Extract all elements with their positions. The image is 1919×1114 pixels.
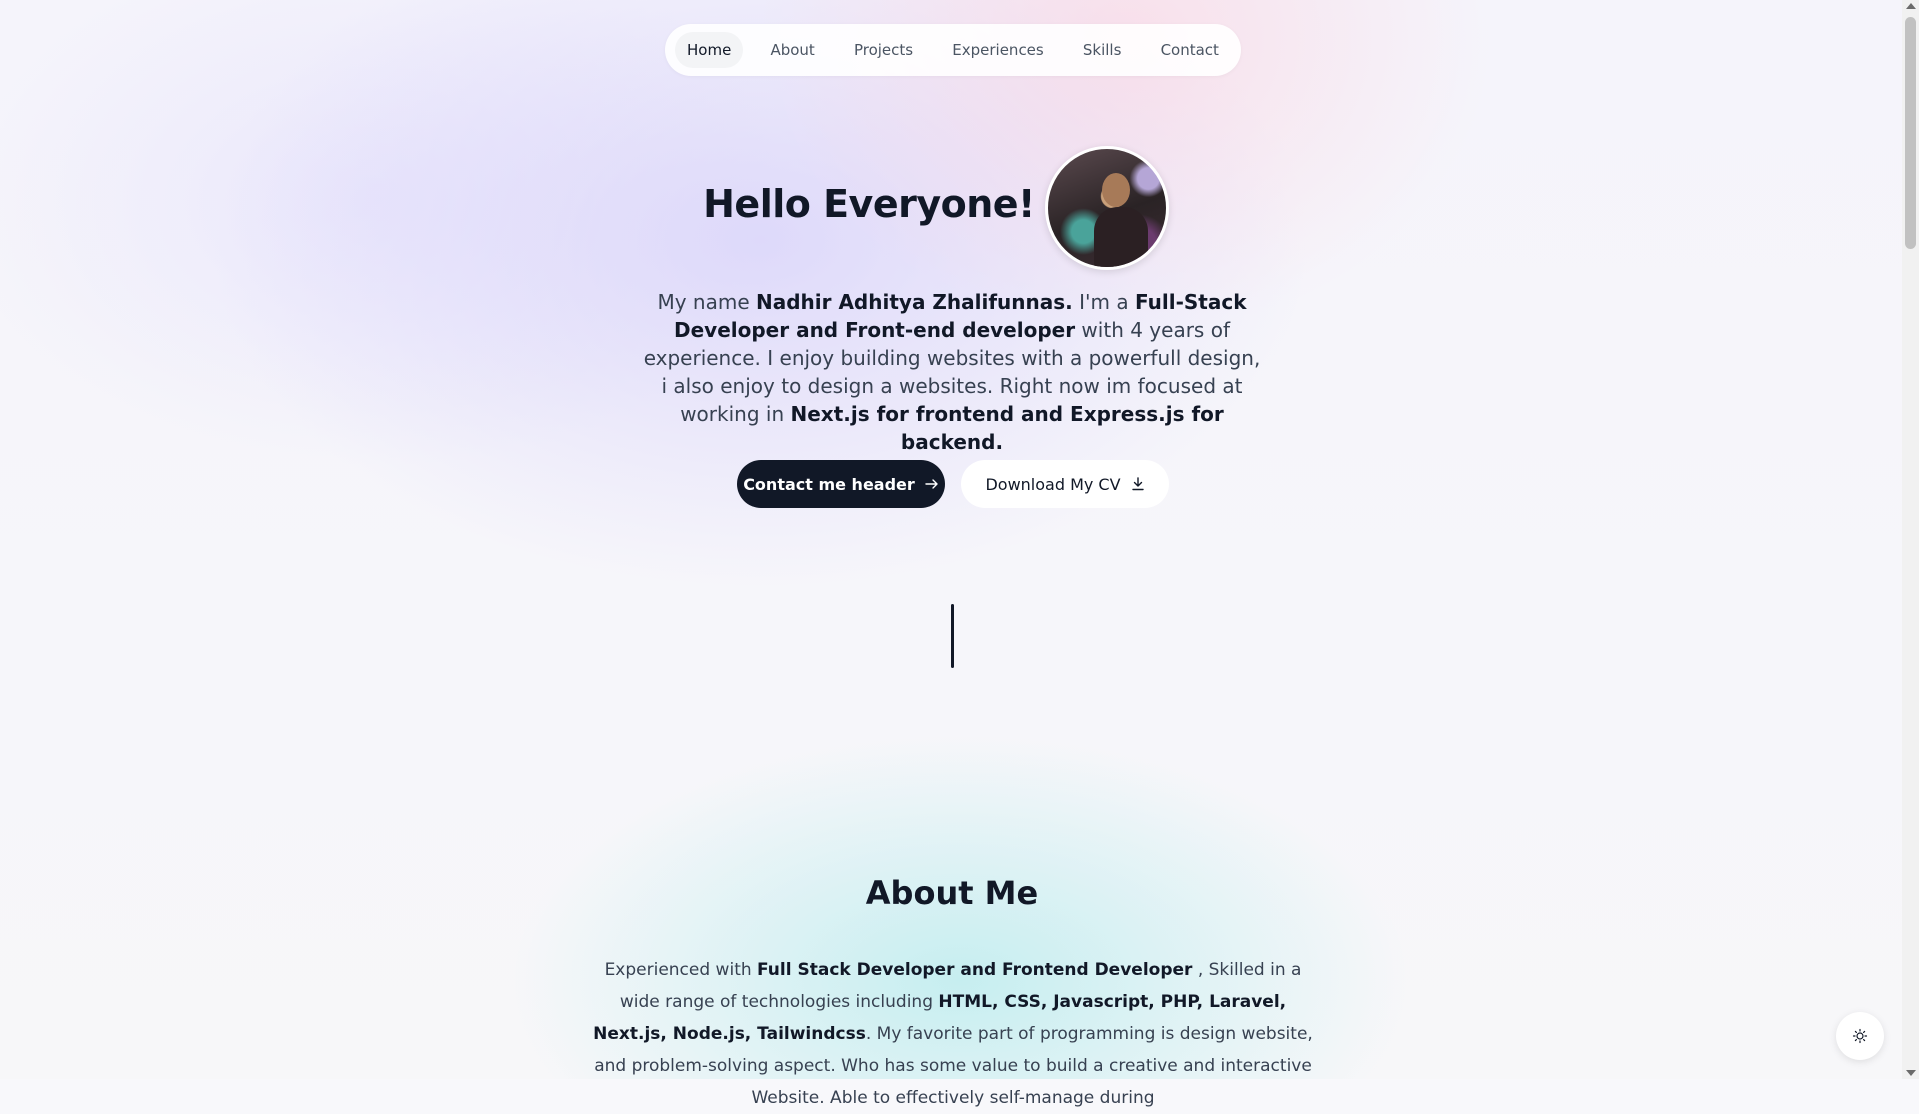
nav-item-home[interactable]: Home [675,32,744,68]
hero-title: Hello Everyone! [703,182,1035,226]
scroll-up-arrow-icon[interactable] [1906,3,1916,9]
intro-name: Nadhir Adhitya Zhalifunnas. [755,290,1073,314]
intro-text-2: I'm a [1072,290,1135,314]
download-cv-button-label: Download My CV [985,474,1121,494]
nav-item-skills[interactable]: Skills [1071,32,1134,68]
contact-me-button-label: Contact me header [743,474,915,494]
intro-stack: Next.js for frontend and Express.js for … [790,402,1224,454]
about-text-1: Experienced with [604,960,758,980]
scrollbar-thumb[interactable] [1905,17,1916,249]
nav-item-projects[interactable]: Projects [842,32,925,68]
arrow-right-icon [925,477,939,491]
scroll-down-arrow-icon[interactable] [1906,1070,1916,1076]
sun-icon [1852,1028,1868,1044]
avatar [1045,146,1169,270]
avatar-head [1102,173,1130,207]
about-description: Experienced with Full Stack Developer an… [586,954,1320,1114]
hero-intro: My name Nadhir Adhitya Zhalifunnas. I'm … [640,288,1264,456]
about-role: Full Stack Developer and Frontend Develo… [757,960,1193,980]
page: Home About Projects Experiences Skills C… [0,0,1919,1108]
intro-text-1: My name [657,290,756,314]
vertical-scrollbar[interactable] [1902,0,1919,1079]
nav-item-about[interactable]: About [758,32,826,68]
download-cv-button[interactable]: Download My CV [961,460,1169,508]
avatar-figure [1094,207,1148,267]
download-icon [1131,477,1145,491]
nav-item-experiences[interactable]: Experiences [940,32,1055,68]
contact-me-button[interactable]: Contact me header [737,460,945,508]
top-navigation: Home About Projects Experiences Skills C… [665,24,1241,76]
theme-toggle-button[interactable] [1836,1012,1884,1060]
about-section-title: About Me [865,874,1039,912]
nav-item-contact[interactable]: Contact [1149,32,1231,68]
scroll-indicator-line [951,604,954,668]
